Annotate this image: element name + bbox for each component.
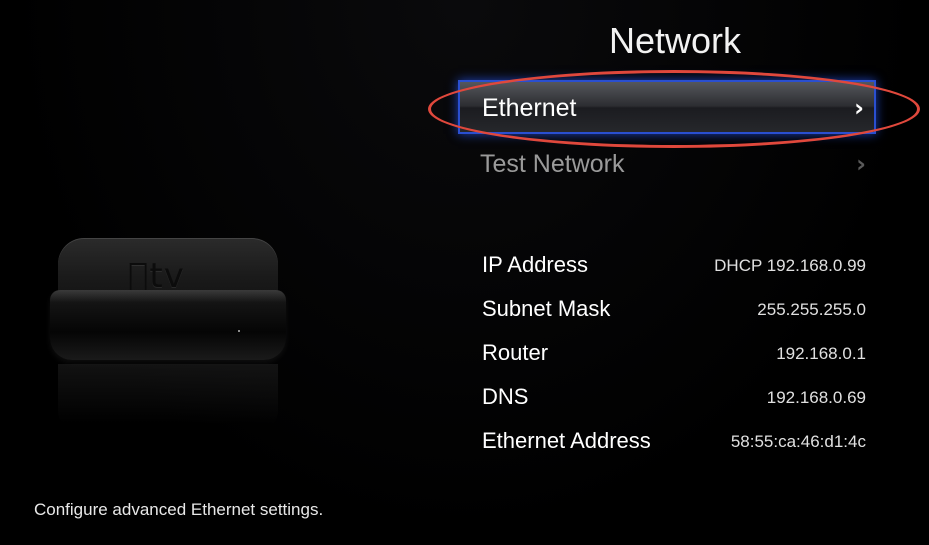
info-value: 58:55:ca:46:d1:4c xyxy=(730,432,866,451)
status-light xyxy=(238,330,240,332)
apple-tv-device-image: tv xyxy=(50,238,286,434)
network-settings-screen: tv Configure advanced Ethernet settings… xyxy=(0,0,929,545)
info-key: Ethernet Address xyxy=(482,428,651,453)
device-reflection xyxy=(58,364,278,434)
device-front xyxy=(50,290,286,360)
chevron-right-icon: › xyxy=(856,150,866,178)
info-row-ip-address: IP Address DHCP 192.168.0.99 xyxy=(482,248,866,292)
info-value: DHCP 192.168.0.99 xyxy=(714,256,866,275)
info-row-ethernet-address: Ethernet Address 58:55:ca:46:d1:4c xyxy=(482,424,866,468)
menu-item-ethernet[interactable]: Ethernet › xyxy=(458,80,876,134)
menu-item-label: Test Network xyxy=(480,150,625,178)
item-description: Configure advanced Ethernet settings. xyxy=(34,500,324,519)
menu-item-test-network[interactable]: Test Network › xyxy=(458,138,876,192)
chevron-right-icon: › xyxy=(854,94,864,122)
info-value: 255.255.255.0 xyxy=(757,300,866,319)
info-key: Subnet Mask xyxy=(482,296,611,321)
info-value: 192.168.0.1 xyxy=(776,344,866,363)
info-row-subnet-mask: Subnet Mask 255.255.255.0 xyxy=(482,292,866,336)
info-row-dns: DNS 192.168.0.69 xyxy=(482,380,866,424)
info-key: DNS xyxy=(482,384,529,409)
network-info-list: IP Address DHCP 192.168.0.99 Subnet Mask… xyxy=(482,248,866,468)
page-title: Network xyxy=(608,20,742,61)
info-row-router: Router 192.168.0.1 xyxy=(482,336,866,380)
menu-item-label: Ethernet xyxy=(482,94,577,122)
info-key: IP Address xyxy=(482,252,588,277)
info-key: Router xyxy=(482,340,549,365)
info-value: 192.168.0.69 xyxy=(766,388,866,407)
